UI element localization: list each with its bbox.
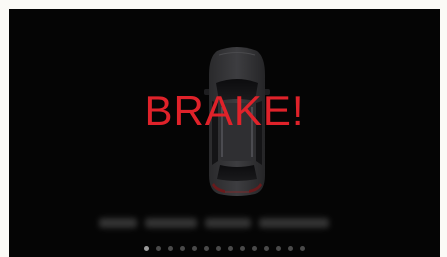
page-dot[interactable] — [144, 246, 149, 251]
page-dot[interactable] — [264, 246, 269, 251]
page-dot[interactable] — [300, 246, 305, 251]
page-indicator[interactable] — [9, 246, 440, 251]
page-dot[interactable] — [168, 246, 173, 251]
page-dot[interactable] — [240, 246, 245, 251]
page-dot[interactable] — [276, 246, 281, 251]
brake-warning-text: BRAKE! — [144, 87, 305, 134]
page-dot[interactable] — [180, 246, 185, 251]
blurred-caption — [99, 214, 349, 232]
page-dot[interactable] — [192, 246, 197, 251]
page-dot[interactable] — [228, 246, 233, 251]
page-dot[interactable] — [156, 246, 161, 251]
page-dot[interactable] — [216, 246, 221, 251]
display-frame: BRAKE! — [0, 0, 447, 257]
page-dot[interactable] — [204, 246, 209, 251]
vehicle-display-screen: BRAKE! — [9, 9, 440, 257]
page-dot[interactable] — [252, 246, 257, 251]
page-dot[interactable] — [288, 246, 293, 251]
